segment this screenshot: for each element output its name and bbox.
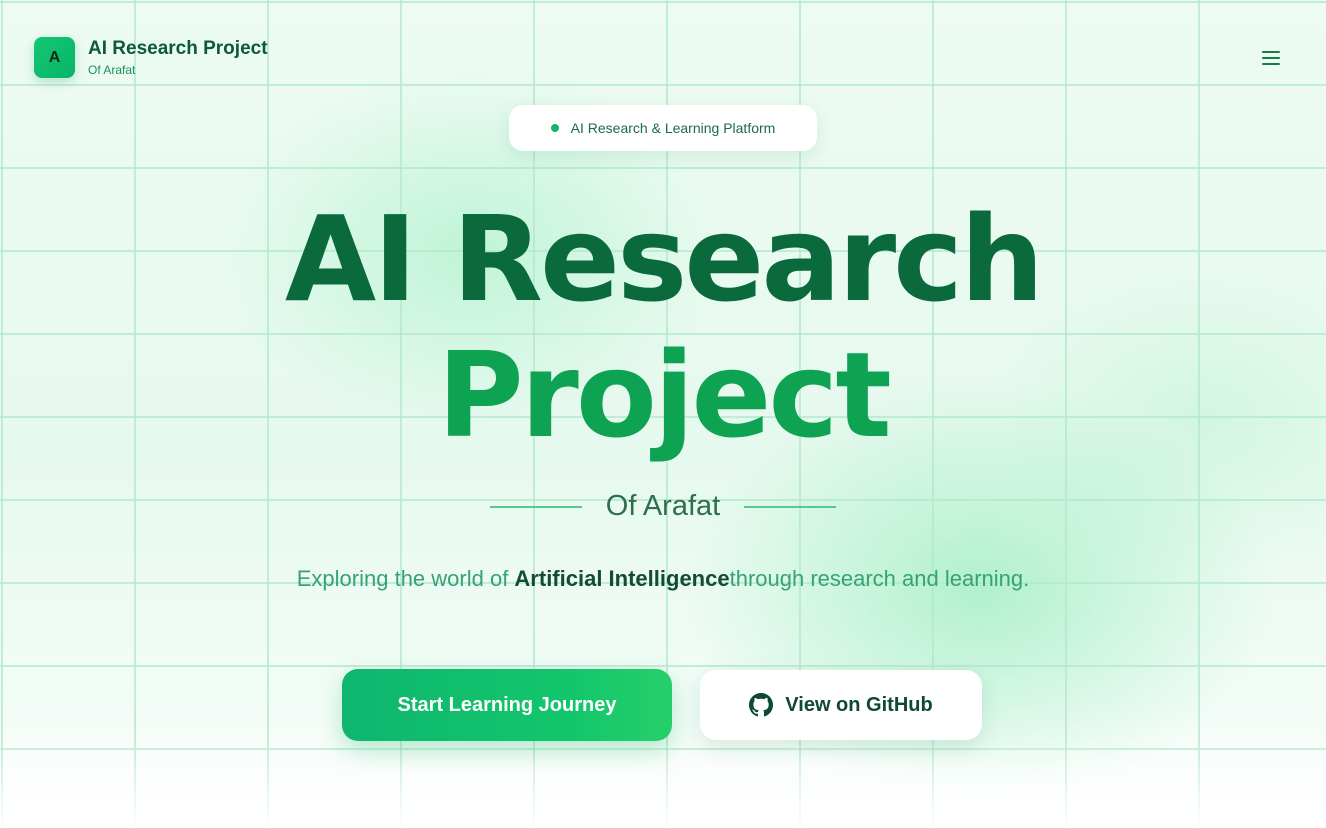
platform-badge: AI Research & Learning Platform	[509, 105, 817, 151]
brand-subtitle: Of Arafat	[88, 63, 136, 77]
divider-line-right	[744, 505, 837, 508]
tagline-end: through research and learning.	[729, 566, 1030, 591]
status-dot-icon	[550, 124, 559, 132]
menu-bar	[1262, 57, 1280, 59]
tagline-emphasis: Artificial Intelligence	[514, 566, 730, 591]
bottom-fade	[0, 738, 1326, 828]
hero-tagline: Exploring the world of Artificial Intell…	[0, 566, 1326, 592]
start-learning-button[interactable]: Start Learning Journey	[342, 669, 672, 741]
hero-title-line-2: Project	[437, 326, 892, 464]
menu-bar	[1262, 51, 1280, 53]
github-button-label: View on GitHub	[785, 693, 933, 716]
menu-bar	[1262, 63, 1280, 65]
hero-title-line-1: AI Research	[284, 190, 1044, 328]
brand-title[interactable]: AI Research Project	[88, 38, 268, 60]
byline-text: Of Arafat	[605, 490, 721, 522]
platform-badge-label: AI Research & Learning Platform	[570, 120, 776, 136]
logo-badge[interactable]: A	[34, 37, 75, 78]
hamburger-menu-icon[interactable]	[1256, 44, 1286, 72]
view-on-github-button[interactable]: View on GitHub	[700, 670, 982, 740]
tagline-start: Exploring the world of	[296, 566, 515, 591]
byline: Of Arafat	[0, 490, 1326, 523]
github-icon	[749, 693, 774, 717]
landing-page: A AI Research Project Of Arafat AI Resea…	[0, 0, 1326, 828]
divider-line-left	[489, 505, 582, 508]
